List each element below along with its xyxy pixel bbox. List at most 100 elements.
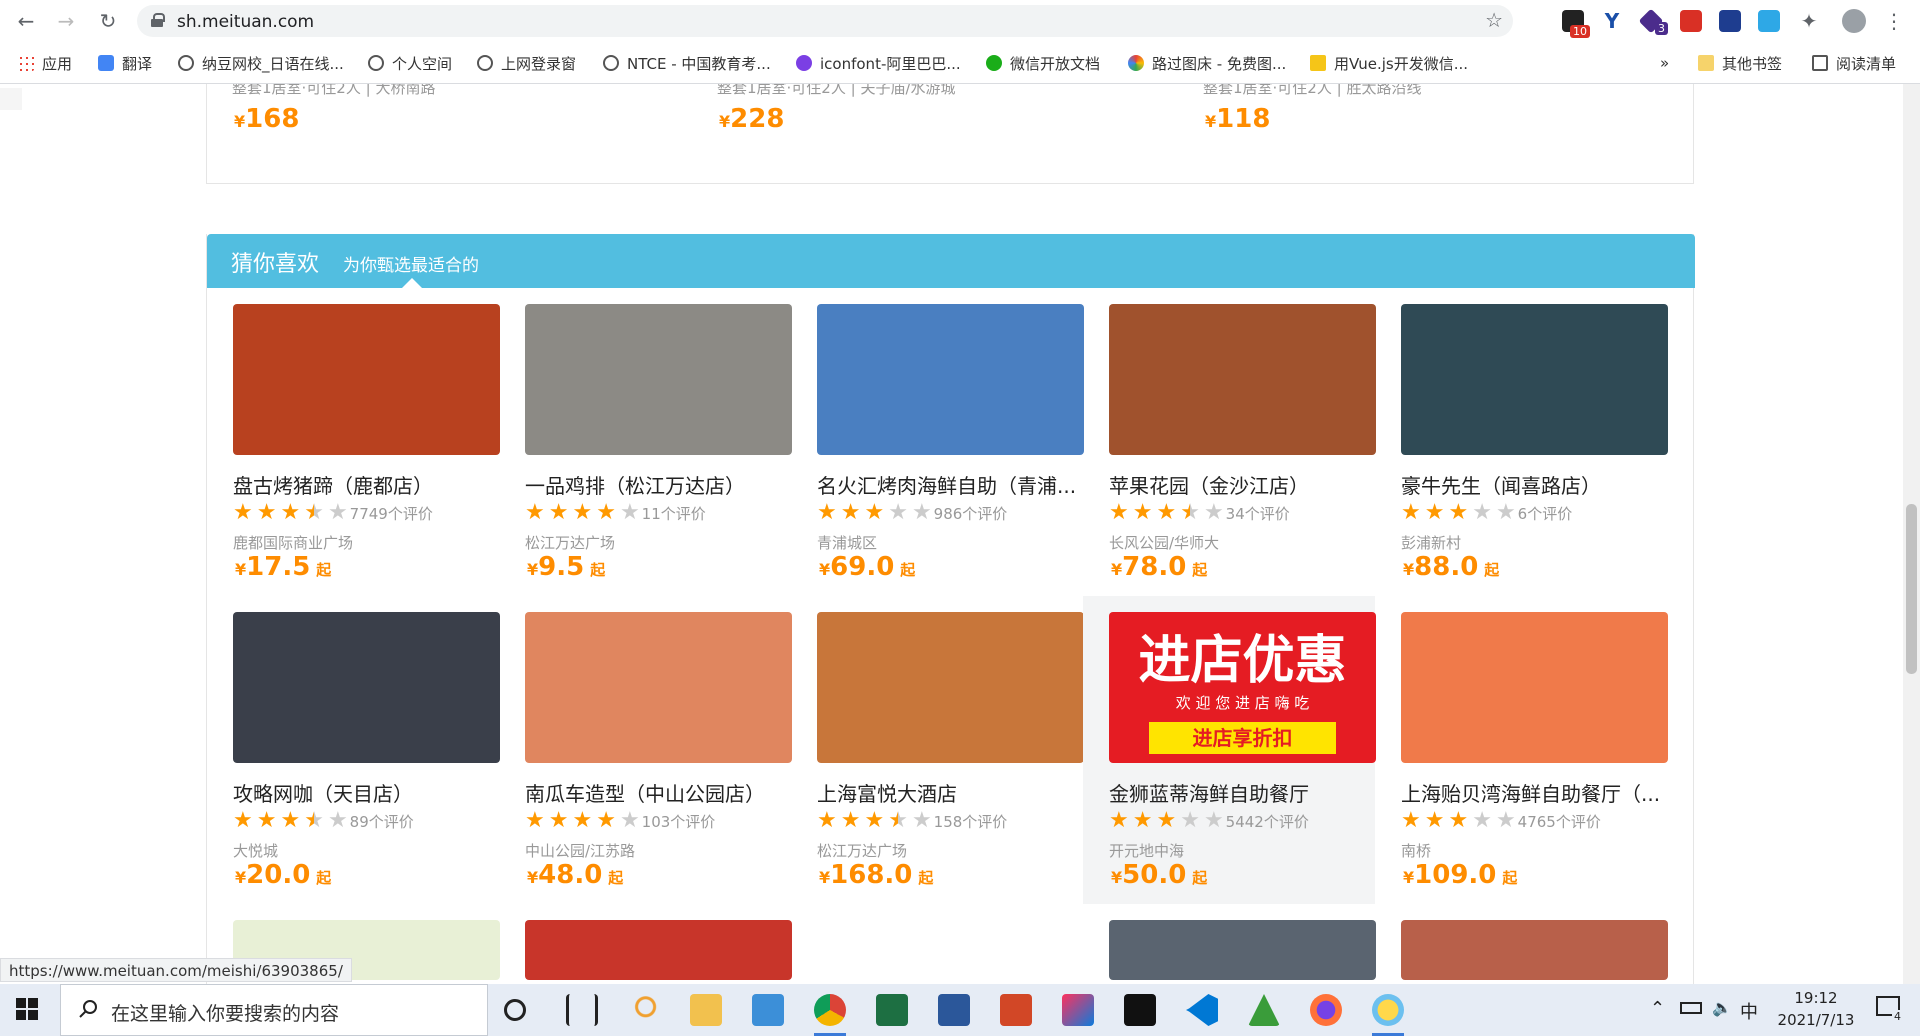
card-thumbnail[interactable] bbox=[525, 304, 792, 455]
recommendation-card[interactable]: 南瓜车造型（中山公园店） ★ ★ ★ ★ ★ 103个评价 中山公园/江苏路 ¥48.0 起 bbox=[499, 596, 792, 904]
bookmark-iconfont[interactable]: iconfont-阿里巴巴... bbox=[796, 52, 961, 74]
card-title[interactable]: 上海富悦大酒店 bbox=[817, 778, 1084, 807]
clock-time[interactable]: 19:12 bbox=[1786, 989, 1846, 1007]
volume-muted-icon[interactable]: 🔈 bbox=[1712, 998, 1732, 1017]
file-explorer-icon[interactable] bbox=[690, 994, 722, 1026]
extension-fe-icon[interactable] bbox=[1680, 10, 1702, 32]
card-title[interactable]: 苹果花园（金沙江店） bbox=[1109, 470, 1376, 499]
recommendation-card[interactable]: 苹果花园（金沙江店） ★ ★ ★ ★ ★ 34个评价 长风公园/华师大 ¥78.0 起 bbox=[1083, 288, 1376, 596]
excel-icon[interactable] bbox=[876, 994, 908, 1026]
card-thumbnail[interactable] bbox=[1401, 612, 1668, 763]
card-thumbnail[interactable] bbox=[817, 612, 1084, 763]
bookmark-apps[interactable]: 应用 bbox=[18, 52, 72, 74]
cortana-icon[interactable] bbox=[504, 999, 526, 1021]
card-title[interactable]: 攻略网咖（天目店） bbox=[233, 778, 500, 807]
scrollbar-thumb[interactable] bbox=[1906, 504, 1917, 674]
card-thumbnail[interactable]: 进店优惠欢 迎 您 进 店 嗨 吃进店享折扣 bbox=[1109, 612, 1376, 763]
windows-start-icon[interactable] bbox=[16, 998, 38, 1020]
page-scrollbar[interactable] bbox=[1903, 84, 1920, 984]
chrome-icon[interactable] bbox=[814, 994, 846, 1036]
bookmark-wechat-docs[interactable]: 微信开放文档 bbox=[986, 52, 1100, 74]
firefox-icon[interactable] bbox=[1310, 994, 1342, 1026]
tray-chevron-up-icon[interactable]: ⌃ bbox=[1650, 998, 1665, 1019]
bookmark-login-window[interactable]: 上网登录窗 bbox=[477, 52, 576, 74]
recommendation-card[interactable]: 进店优惠欢 迎 您 进 店 嗨 吃进店享折扣 金狮蓝蒂海鲜自助餐厅 ★ ★ ★ ★ ★ 544… bbox=[1083, 596, 1376, 904]
card-thumbnail[interactable] bbox=[1401, 304, 1668, 455]
terminal-icon[interactable] bbox=[1124, 994, 1156, 1026]
recommendation-card[interactable]: 上海贻贝湾海鲜自助餐厅（... ★ ★ ★ ★ ★ 4765个评价 南桥 ¥109.0 起 bbox=[1375, 596, 1668, 904]
extensions-puzzle-icon[interactable]: ✦ bbox=[1797, 9, 1821, 33]
listing-price[interactable]: ¥168 bbox=[234, 104, 299, 134]
lock-icon[interactable] bbox=[151, 13, 165, 27]
extension-screen-icon[interactable] bbox=[1719, 10, 1741, 32]
bookmark-label: NTCE - 中国教育考... bbox=[627, 54, 771, 73]
bookmark-vue-wechat[interactable]: 用Vue.js开发微信... bbox=[1310, 52, 1468, 74]
card-title[interactable]: 一品鸡排（松江万达店） bbox=[525, 470, 792, 499]
intellij-icon[interactable] bbox=[1062, 994, 1094, 1026]
powerpoint-icon[interactable] bbox=[1000, 994, 1032, 1026]
iconfont-icon bbox=[796, 55, 812, 71]
menu-dots-icon[interactable]: ⋮ bbox=[1882, 9, 1906, 33]
recommendation-card[interactable]: 一品鸡排（松江万达店） ★ ★ ★ ★ ★ 11个评价 松江万达广场 ¥9.5 起 bbox=[499, 288, 792, 596]
listing-price[interactable]: ¥228 bbox=[719, 104, 784, 134]
card-thumbnail-partial[interactable] bbox=[1109, 920, 1376, 980]
card-title[interactable]: 南瓜车造型（中山公园店） bbox=[525, 778, 792, 807]
bookmark-ntce[interactable]: NTCE - 中国教育考... bbox=[603, 52, 771, 74]
extension-video-icon[interactable] bbox=[1758, 10, 1780, 32]
ime-indicator[interactable]: 中 bbox=[1740, 998, 1758, 1024]
taskbar-search-box[interactable]: 在这里输入你要搜索的内容 bbox=[60, 984, 488, 1036]
card-title[interactable]: 金狮蓝蒂海鲜自助餐厅 bbox=[1109, 778, 1376, 807]
card-thumbnail[interactable] bbox=[1109, 304, 1376, 455]
task-view-icon[interactable] bbox=[566, 994, 598, 1026]
card-thumbnail-partial[interactable] bbox=[817, 920, 1084, 980]
recommendation-card[interactable]: 盘古烤猪蹄（鹿都店） ★ ★ ★ ★ ★ 7749个评价 鹿都国际商业广场 ¥17.5 起 bbox=[207, 288, 500, 596]
vmware-icon[interactable] bbox=[752, 994, 784, 1026]
review-count: 5442个评价 bbox=[1225, 812, 1309, 831]
battery-icon[interactable] bbox=[1680, 1002, 1702, 1014]
bookmark-translate[interactable]: 翻译 bbox=[98, 52, 152, 74]
card-thumbnail-partial[interactable] bbox=[525, 920, 792, 980]
card-thumbnail-partial[interactable] bbox=[1401, 920, 1668, 980]
reading-list-button[interactable]: 阅读清单 bbox=[1812, 52, 1896, 74]
rating-stars: ★ ★ ★ ★ ★ 34个评价 bbox=[1109, 502, 1290, 524]
card-title[interactable]: 上海贻贝湾海鲜自助餐厅（... bbox=[1401, 778, 1668, 807]
card-thumbnail[interactable] bbox=[817, 304, 1084, 455]
bookmarks-overflow-button[interactable]: » bbox=[1660, 52, 1669, 74]
bookmark-nadou[interactable]: 纳豆网校_日语在线... bbox=[178, 52, 344, 74]
recommendation-card[interactable]: 攻略网咖（天目店） ★ ★ ★ ★ ★ 89个评价 大悦城 ¥20.0 起 bbox=[207, 596, 500, 904]
browser-app-icon[interactable] bbox=[1372, 994, 1404, 1036]
card-thumbnail[interactable] bbox=[525, 612, 792, 763]
profile-avatar-icon[interactable] bbox=[1842, 9, 1866, 33]
extension-y-icon[interactable]: Y bbox=[1601, 10, 1623, 32]
bookmark-image-host[interactable]: 路过图床 - 免费图... bbox=[1128, 52, 1286, 74]
card-title[interactable]: 盘古烤猪蹄（鹿都店） bbox=[233, 470, 500, 499]
recommendation-card[interactable]: 名火汇烤肉海鲜自助（青浦... ★ ★ ★ ★ ★ 986个评价 青浦城区 ¥69.0 起 bbox=[791, 288, 1084, 596]
overflow-chevron-icon: » bbox=[1660, 54, 1670, 72]
vscode-icon[interactable] bbox=[1186, 994, 1218, 1026]
review-count: 89个评价 bbox=[349, 812, 414, 831]
back-arrow-icon[interactable]: ← bbox=[14, 9, 38, 33]
recommendation-card[interactable]: 豪牛先生（闻喜路店） ★ ★ ★ ★ ★ 6个评价 彭浦新村 ¥88.0 起 bbox=[1375, 288, 1668, 596]
reload-icon[interactable]: ↻ bbox=[96, 9, 120, 33]
url-text[interactable]: sh.meituan.com bbox=[177, 12, 314, 32]
bookmark-star-icon[interactable]: ☆ bbox=[1485, 8, 1503, 32]
address-bar[interactable]: sh.meituan.com ☆ bbox=[137, 5, 1513, 37]
card-title[interactable]: 豪牛先生（闻喜路店） bbox=[1401, 470, 1668, 499]
card-thumbnail[interactable] bbox=[233, 612, 500, 763]
other-bookmarks-button[interactable]: 其他书签 bbox=[1698, 52, 1782, 74]
price-suffix: 起 bbox=[1502, 869, 1518, 887]
bookmark-label: 用Vue.js开发微信... bbox=[1334, 54, 1469, 73]
side-widget[interactable] bbox=[0, 88, 22, 110]
word-icon[interactable] bbox=[938, 994, 970, 1026]
recommendation-card[interactable]: 上海富悦大酒店 ★ ★ ★ ★ ★ 158个评价 松江万达广场 ¥168.0 起 bbox=[791, 596, 1084, 904]
forward-arrow-icon[interactable]: → bbox=[54, 9, 78, 33]
bookmark-personal-space[interactable]: 个人空间 bbox=[368, 52, 452, 74]
search-app-icon[interactable] bbox=[628, 994, 660, 1026]
clock-date[interactable]: 2021/7/13 bbox=[1768, 1011, 1864, 1029]
tree-app-icon[interactable] bbox=[1248, 994, 1280, 1026]
extension-record-icon[interactable]: 10 bbox=[1562, 10, 1590, 38]
card-thumbnail[interactable] bbox=[233, 304, 500, 455]
listing-price[interactable]: ¥118 bbox=[1205, 104, 1270, 134]
card-title[interactable]: 名火汇烤肉海鲜自助（青浦... bbox=[817, 470, 1084, 499]
rating-stars: ★ ★ ★ ★ ★ 89个评价 bbox=[233, 810, 414, 832]
